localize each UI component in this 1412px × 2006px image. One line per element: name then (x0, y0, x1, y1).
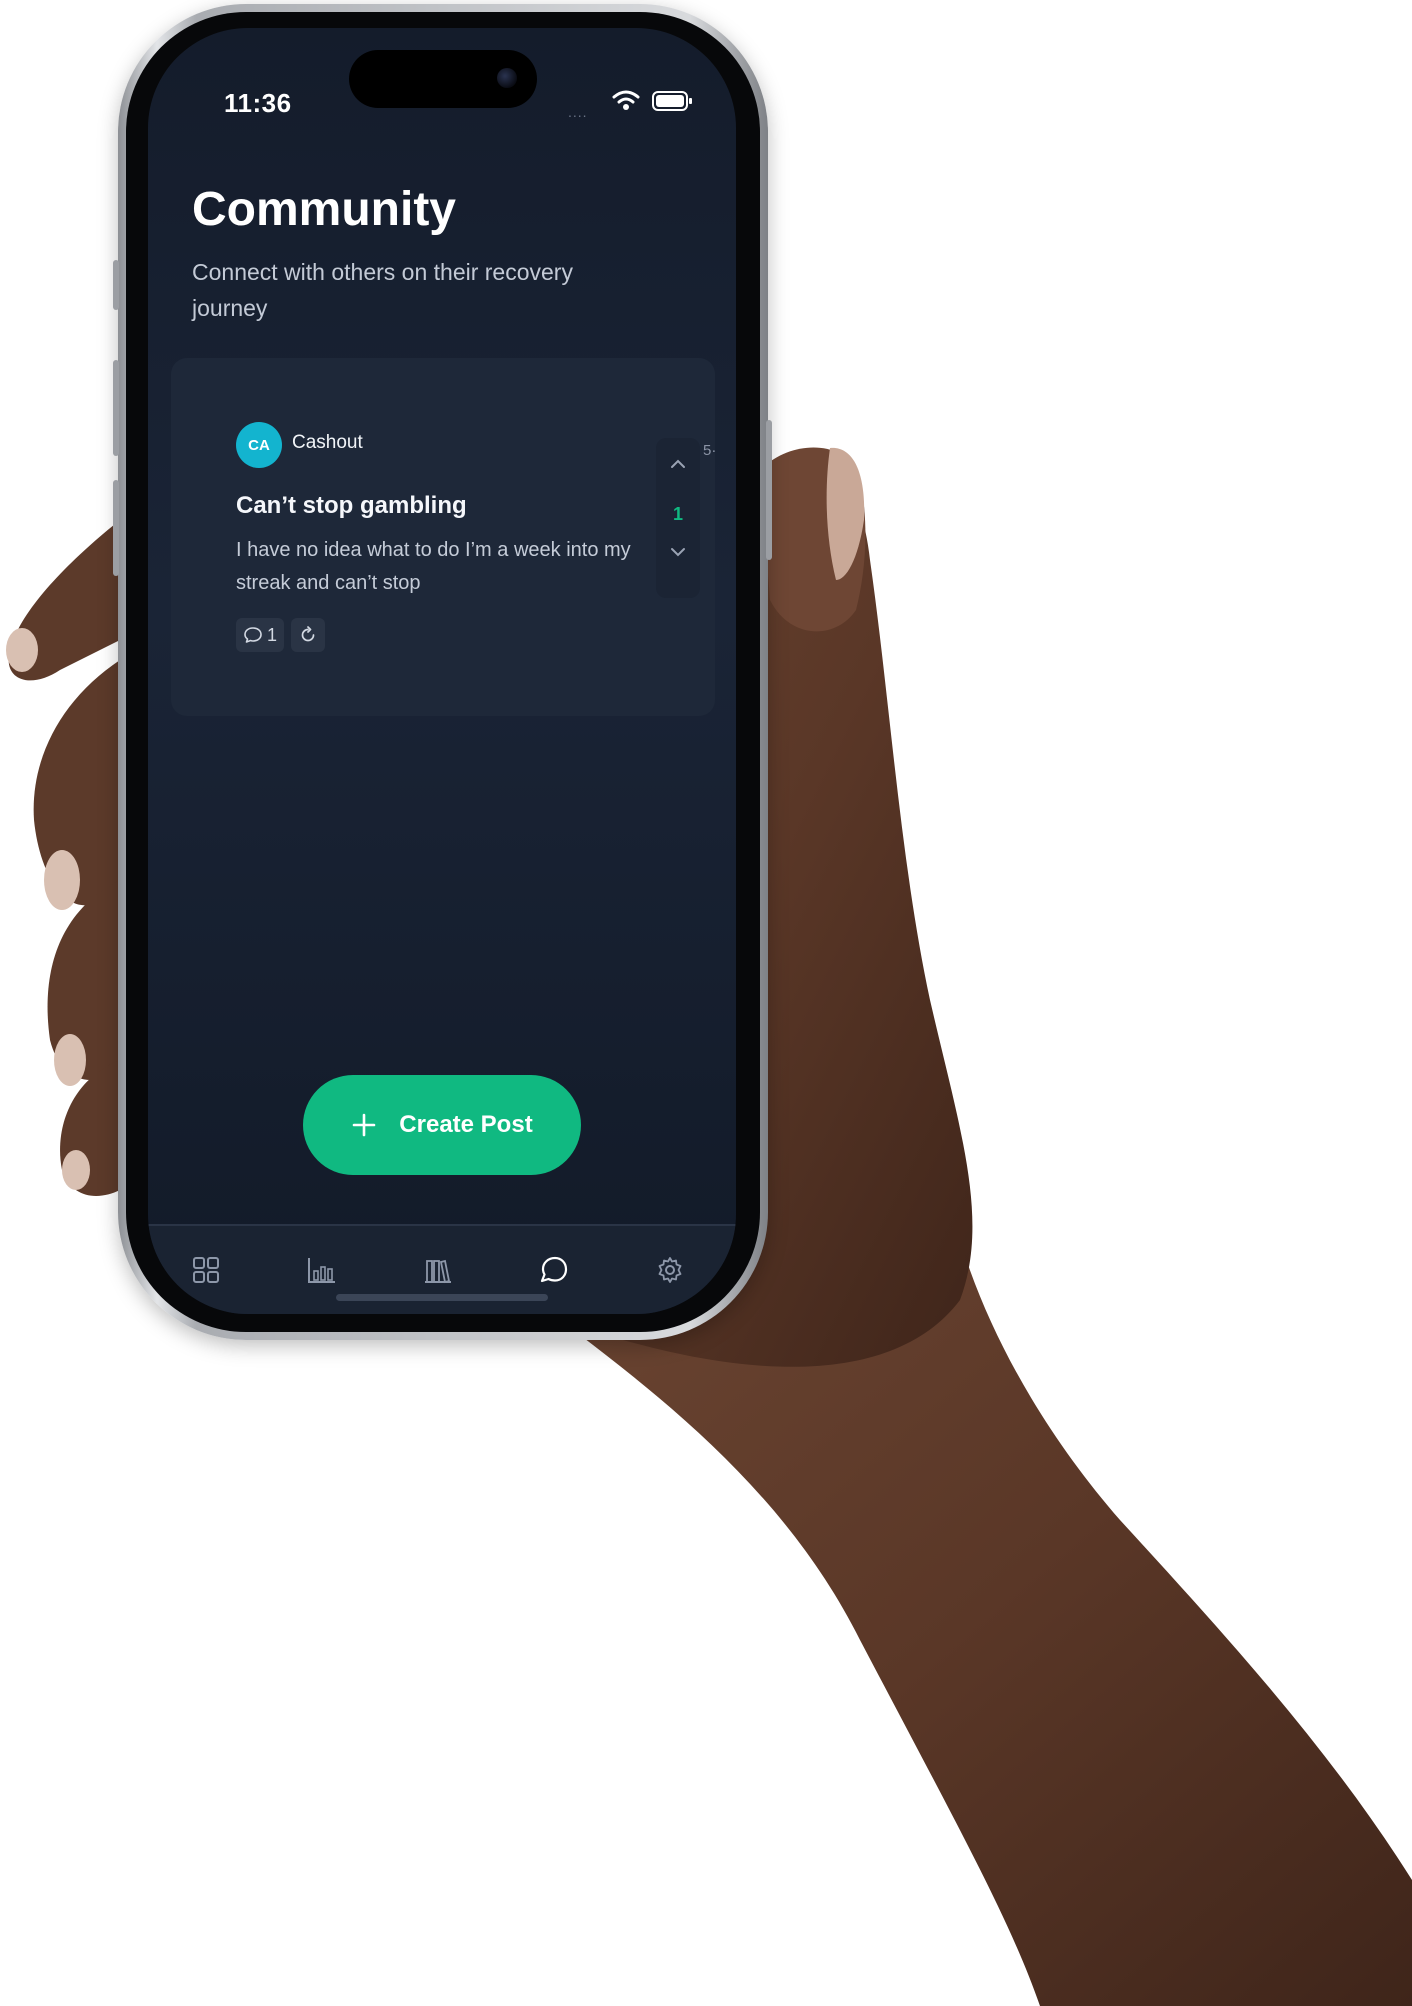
power-button (766, 420, 772, 560)
side-button (113, 260, 119, 310)
avatar[interactable]: CA (236, 422, 282, 468)
post-author[interactable]: Cashout (292, 432, 363, 454)
tab-dashboard[interactable] (188, 1252, 224, 1288)
comment-icon (244, 627, 262, 643)
plus-icon (352, 1113, 376, 1137)
volume-up-button (113, 360, 119, 456)
vote-count: 1 (672, 504, 683, 524)
upvote-button[interactable] (664, 450, 692, 478)
battery-icon (652, 91, 692, 111)
comments-button[interactable]: 1 (236, 618, 284, 652)
home-indicator[interactable] (336, 1294, 548, 1301)
signal-dots: .... (568, 104, 588, 120)
app-screen: 11:36 .... Community Connect with others… (148, 28, 736, 1314)
tab-stats[interactable] (304, 1252, 340, 1288)
clipped-number: 5· (703, 442, 717, 459)
dynamic-island (349, 50, 537, 108)
vote-control: 1 (656, 438, 700, 598)
post-title[interactable]: Can’t stop gambling (236, 492, 467, 520)
tab-settings[interactable] (652, 1252, 688, 1288)
camera-icon (497, 68, 517, 88)
gear-icon (658, 1257, 682, 1283)
bar-chart-icon (308, 1258, 335, 1283)
chevron-up-icon (671, 459, 685, 468)
wifi-icon (612, 90, 640, 110)
tab-library[interactable] (420, 1252, 456, 1288)
grid-icon (193, 1257, 219, 1283)
status-icons: .... (568, 90, 698, 120)
create-post-button[interactable]: Create Post (303, 1075, 581, 1175)
post-card[interactable]: CA Cashout Can’t stop gambling I have no… (171, 358, 717, 716)
refresh-icon (301, 626, 315, 642)
downvote-button[interactable] (664, 538, 692, 566)
status-time: 11:36 (224, 88, 292, 118)
post-body: I have no idea what to do I’m a week int… (236, 539, 631, 594)
tab-community[interactable] (536, 1252, 572, 1288)
chat-bubble-icon (540, 1256, 568, 1283)
create-post-label: Create Post (399, 1111, 533, 1138)
refresh-button[interactable] (291, 618, 325, 652)
page-subtitle: Connect with others on their recovery jo… (192, 259, 573, 321)
comments-count: 1 (266, 624, 277, 645)
library-icon (425, 1259, 451, 1284)
page-title: Community (192, 183, 456, 236)
chevron-down-icon (671, 548, 685, 557)
volume-down-button (113, 480, 119, 576)
